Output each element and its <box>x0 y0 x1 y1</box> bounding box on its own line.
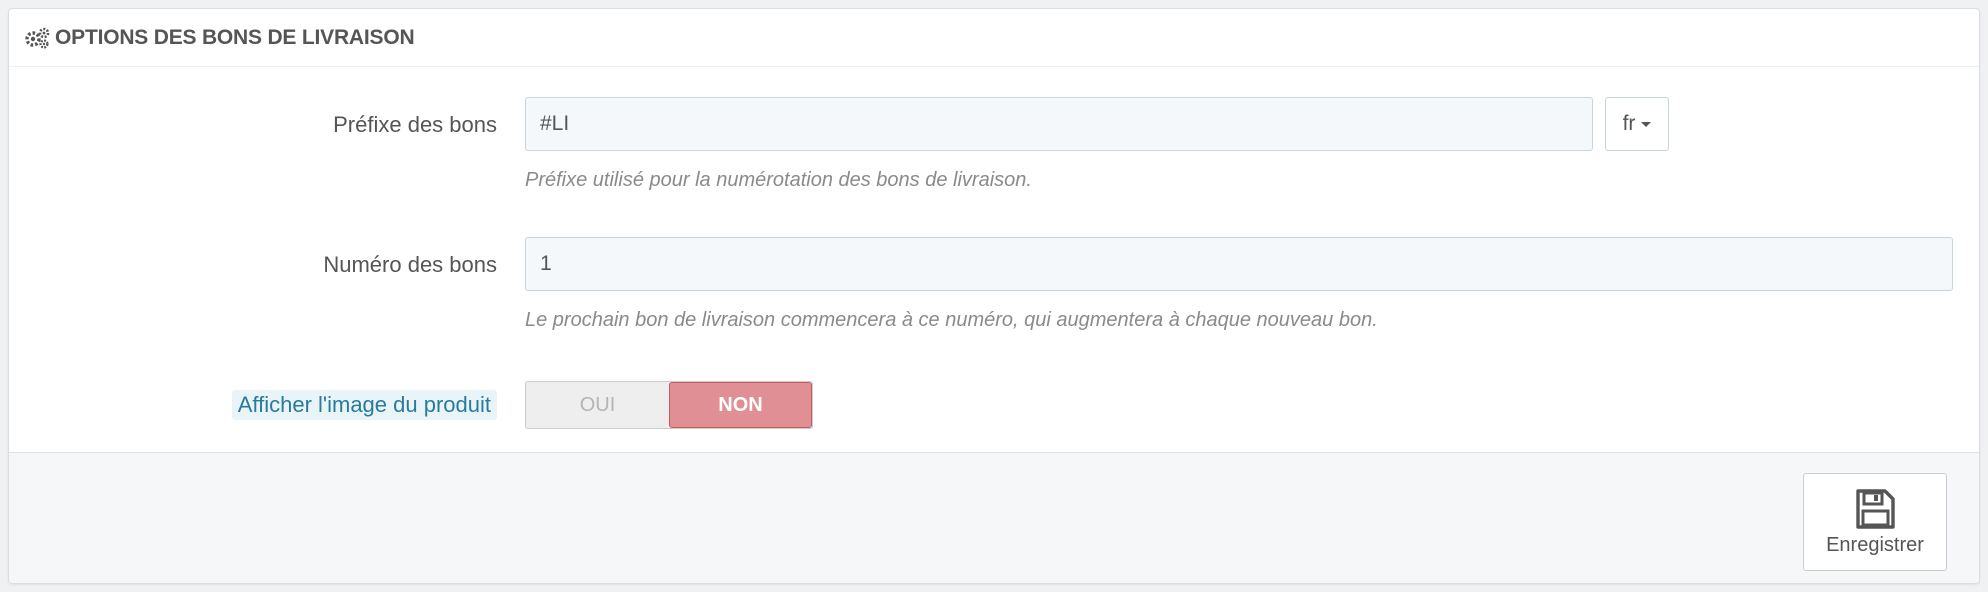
number-label: Numéro des bons <box>323 252 497 277</box>
save-button-label: Enregistrer <box>1826 533 1924 556</box>
floppy-disk-icon <box>1856 488 1895 529</box>
panel-heading: OPTIONS DES BONS DE LIVRAISON <box>9 9 1979 67</box>
delivery-slips-options-panel: OPTIONS DES BONS DE LIVRAISON Préfixe de… <box>8 8 1980 584</box>
caret-down-icon <box>1641 121 1652 127</box>
prefix-label: Préfixe des bons <box>333 112 497 137</box>
switch-yes-option[interactable]: OUI <box>526 382 669 428</box>
number-input[interactable] <box>525 237 1953 291</box>
prefix-input[interactable] <box>525 97 1593 151</box>
prefix-help-text: Préfixe utilisé pour la numérotation des… <box>525 169 1032 191</box>
save-button[interactable]: Enregistrer <box>1803 473 1947 571</box>
panel-footer: Enregistrer <box>9 452 1979 583</box>
number-help-text: Le prochain bon de livraison commencera … <box>525 309 1378 331</box>
product-image-label[interactable]: Afficher l'image du produit <box>231 390 497 420</box>
product-image-switch[interactable]: OUI NON <box>525 381 813 429</box>
switch-no-option[interactable]: NON <box>669 382 812 428</box>
language-dropdown-button[interactable]: fr <box>1605 97 1669 151</box>
panel-title: OPTIONS DES BONS DE LIVRAISON <box>55 25 415 49</box>
gears-icon <box>25 27 50 49</box>
language-code: fr <box>1622 112 1636 135</box>
